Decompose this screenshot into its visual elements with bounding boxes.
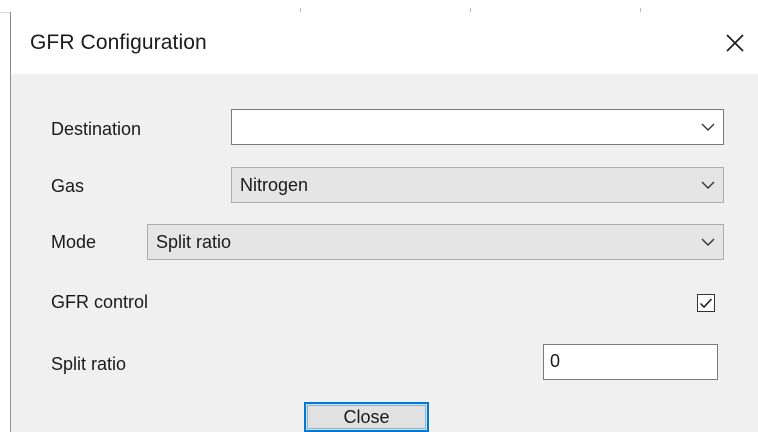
gas-value: Nitrogen: [240, 174, 309, 195]
close-window-button[interactable]: [718, 26, 752, 60]
split-ratio-input[interactable]: 0: [543, 344, 718, 380]
screen: GFR Configuration Destination Gas Nitrog…: [0, 0, 758, 432]
title-bar[interactable]: GFR Configuration: [11, 12, 758, 74]
mode-combobox[interactable]: Split ratio: [147, 224, 724, 260]
split-ratio-label: Split ratio: [51, 354, 127, 374]
chevron-down-icon: [701, 238, 715, 246]
gfr-configuration-dialog: GFR Configuration Destination Gas Nitrog…: [10, 12, 758, 432]
close-button-label: Close: [343, 406, 390, 427]
close-button[interactable]: Close: [304, 402, 429, 432]
close-icon: [726, 34, 744, 52]
chevron-down-icon: [701, 181, 715, 189]
gas-dropdown-arrow[interactable]: [693, 168, 723, 202]
chevron-down-icon: [701, 123, 715, 131]
mode-value: Split ratio: [156, 231, 232, 252]
gas-label: Gas: [51, 176, 85, 196]
mode-dropdown-arrow[interactable]: [693, 225, 723, 259]
gfr-control-checkbox[interactable]: [697, 294, 715, 312]
destination-combobox[interactable]: [231, 109, 724, 145]
gfr-control-label: GFR control: [51, 292, 149, 312]
dialog-title: GFR Configuration: [30, 31, 207, 54]
gas-combobox[interactable]: Nitrogen: [231, 167, 724, 203]
checkmark-icon: [699, 298, 713, 309]
destination-label: Destination: [51, 119, 142, 139]
destination-dropdown-arrow[interactable]: [693, 110, 723, 144]
dialog-client-area: Destination Gas Nitrogen Mode Split rati…: [11, 74, 758, 432]
mode-label: Mode: [51, 232, 97, 252]
